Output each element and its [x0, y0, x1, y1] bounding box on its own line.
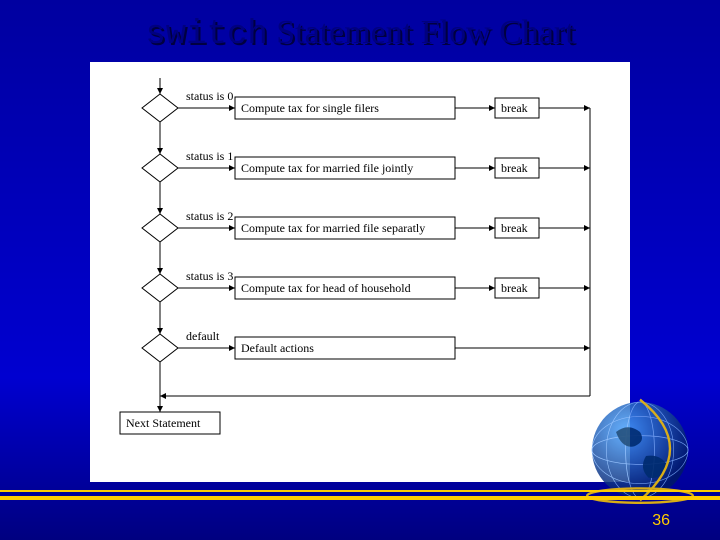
condition-label: status is 0	[186, 89, 233, 103]
break-label: break	[501, 101, 528, 115]
break-label: break	[501, 281, 528, 295]
action-label: Compute tax for head of household	[241, 281, 411, 295]
decision-diamond	[142, 214, 178, 242]
globe-decoration	[580, 390, 700, 510]
title-rest: Statement Flow Chart	[268, 14, 575, 51]
page-number: 36	[652, 512, 670, 530]
condition-label: status is 3	[186, 269, 233, 283]
flowchart-diagram: status is 0 Compute tax for single filers…	[90, 62, 630, 482]
condition-label: status is 2	[186, 209, 233, 223]
decision-diamond	[142, 94, 178, 122]
footer-rule-top	[0, 490, 720, 492]
decision-diamond	[142, 334, 178, 362]
condition-label: default	[186, 329, 220, 343]
break-label: break	[501, 161, 528, 175]
decision-diamond	[142, 274, 178, 302]
break-label: break	[501, 221, 528, 235]
action-label: Default actions	[241, 341, 314, 355]
condition-label: status is 1	[186, 149, 233, 163]
title-code: switch	[145, 16, 267, 54]
action-label: Compute tax for married file jointly	[241, 161, 413, 175]
slide-title: switch Statement Flow Chart	[0, 0, 720, 62]
action-label: Compute tax for married file separatly	[241, 221, 425, 235]
footer-rule-bottom	[0, 496, 720, 500]
action-label: Compute tax for single filers	[241, 101, 379, 115]
decision-diamond	[142, 154, 178, 182]
exit-label: Next Statement	[126, 416, 201, 430]
